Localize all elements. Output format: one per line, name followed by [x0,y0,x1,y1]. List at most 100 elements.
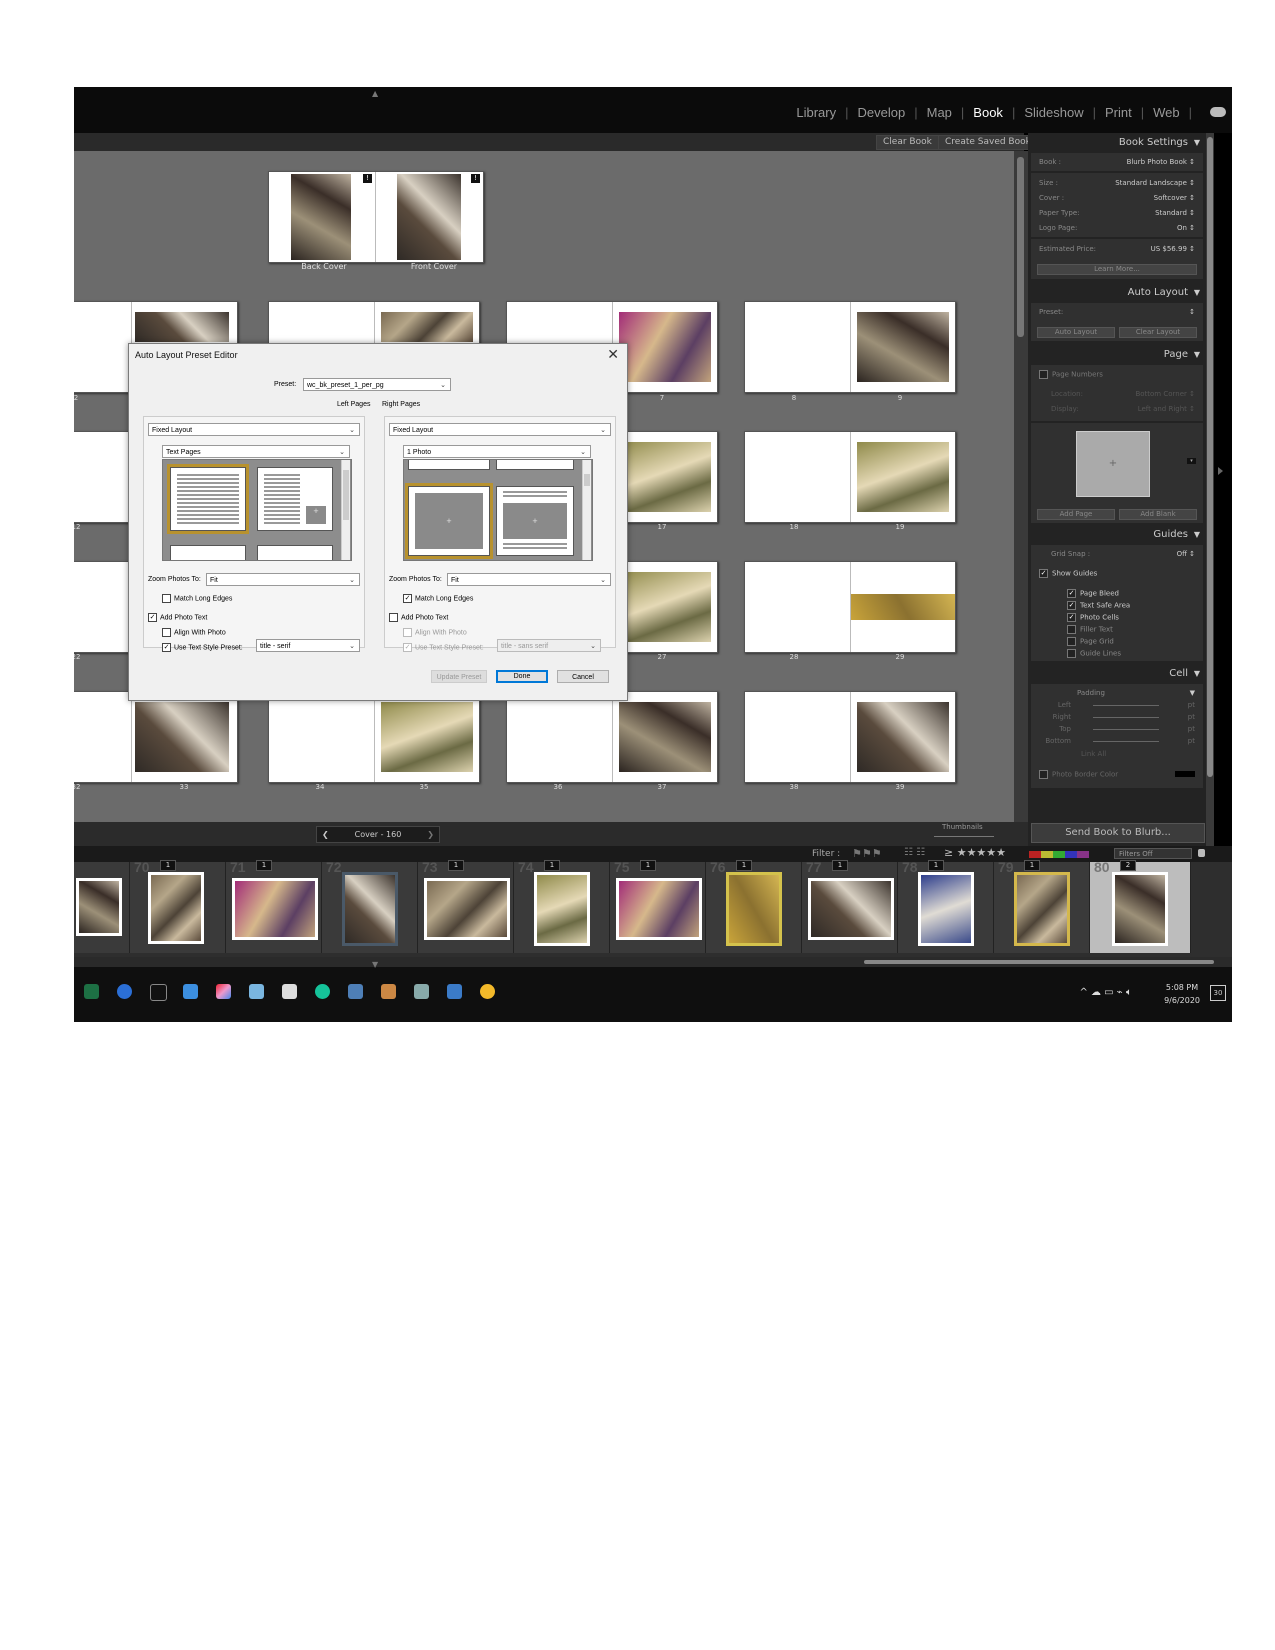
right-zoom-dropdown[interactable]: Fit ⌄ [447,573,611,586]
preset-dropdown[interactable]: wc_bk_preset_1_per_pg ⌄ [303,378,451,391]
calculator-icon[interactable] [414,984,429,999]
clear-book-button[interactable]: Clear Book [876,135,939,150]
padding-top-slider[interactable] [1093,729,1159,730]
kind-filter-icons[interactable]: ☷ ☷ [904,847,925,858]
app-icon[interactable] [117,984,132,999]
template-menu-icon[interactable]: ▾ [1187,458,1196,464]
photo-cells-checkbox[interactable]: ✓ Photo Cells [1067,613,1195,622]
book-type-row[interactable]: Book : Blurb Photo Book ↕ [1031,153,1203,171]
page-photo[interactable] [381,312,473,342]
close-icon[interactable]: ✕ [607,346,619,363]
right-layout-dropdown[interactable]: Fixed Layout ⌄ [389,423,611,436]
filmstrip-cell[interactable]: 72 [322,859,418,953]
left-gallery-scrollbar[interactable] [341,460,350,560]
page-numbers-checkbox[interactable]: Page Numbers [1039,370,1195,379]
left-layout-dropdown[interactable]: Fixed Layout ⌄ [148,423,360,436]
template-thumb[interactable] [257,545,333,560]
module-slideshow[interactable]: Slideshow [1015,105,1092,120]
filler-text-checkbox[interactable]: Filler Text [1067,625,1195,634]
page-photo[interactable] [851,594,955,620]
next-page-icon[interactable]: ❯ [427,827,434,842]
cancel-button[interactable]: Cancel [557,670,609,683]
preset-row[interactable]: Preset: ↕ [1039,308,1195,316]
book-settings-header[interactable]: Book Settings ▼ [1028,133,1206,153]
filmstrip-cell[interactable]: 78 1 [898,859,994,953]
app-icon[interactable] [480,984,495,999]
show-guides-checkbox[interactable]: ✓ Show Guides [1039,569,1195,578]
filmstrip-cell[interactable]: 74 1 [514,859,610,953]
flag-filter-icons[interactable]: ⚑⚑⚑ [852,847,882,860]
right-panel-scrollbar[interactable] [1206,133,1214,846]
back-cover-photo[interactable] [291,174,351,260]
page-spread[interactable] [744,561,956,653]
auto-layout-header[interactable]: Auto Layout ▼ [1028,283,1206,303]
clock[interactable]: 5:08 PM 9/6/2020 [1164,981,1200,1007]
front-cover-photo[interactable] [397,174,461,260]
app-icon[interactable] [282,984,297,999]
padding-right-slider[interactable] [1093,717,1159,718]
filmstrip-cell[interactable]: 70 1 [130,859,226,953]
page-spread[interactable] [74,431,132,523]
pages-scrollbar[interactable] [1014,151,1028,822]
add-blank-button[interactable]: Add Blank [1119,509,1197,520]
page-photo[interactable] [619,442,711,512]
filmstrip-cell[interactable]: 71 1 [226,859,322,953]
filmstrip-cell[interactable] [74,862,130,953]
done-button[interactable]: Done [496,670,548,683]
text-template-full[interactable] [167,464,249,534]
create-saved-book-button[interactable]: Create Saved Book [938,135,1038,150]
filmstrip-cell[interactable]: 75 1 [610,859,706,953]
send-book-to-blurb-button[interactable]: Send Book to Blurb... [1031,823,1205,843]
system-tray-icons[interactable]: ^ ☁ ▭ ⌁ 🔈︎ [1079,987,1132,998]
left-align-with-photo-checkbox[interactable]: Align With Photo [162,628,226,637]
rating-filter-stars[interactable]: ≥ ★★★★★ [944,846,1006,859]
module-print[interactable]: Print [1096,105,1141,120]
template-thumb[interactable] [496,460,574,470]
cover-spread[interactable]: ! ! [268,171,484,263]
filmstrip-cell[interactable]: 77 1 [802,859,898,953]
left-use-text-style-checkbox[interactable]: ✓ Use Text Style Preset: [162,643,243,652]
page-photo[interactable] [619,312,711,382]
page-photo[interactable] [135,702,229,772]
padding-bottom-slider[interactable] [1093,741,1159,742]
right-add-photo-text-checkbox[interactable]: Add Photo Text [389,613,448,622]
color-label-filters[interactable] [1029,851,1089,858]
page-photo[interactable] [135,312,229,342]
page-spread[interactable] [74,691,238,783]
clear-layout-button[interactable]: Clear Layout [1119,327,1197,338]
one-photo-with-text-template[interactable]: + [496,486,574,556]
module-library[interactable]: Library [787,105,845,120]
auto-layout-button[interactable]: Auto Layout [1037,327,1115,338]
filters-off-dropdown[interactable]: Filters Off [1114,848,1192,859]
thumbnails-size-slider[interactable] [934,836,994,837]
filmstrip-cell-selected[interactable]: 80 2 [1090,859,1191,953]
text-safe-area-checkbox[interactable]: ✓ Text Safe Area [1067,601,1195,610]
text-template-with-photo[interactable]: + [257,467,333,531]
page-photo[interactable] [857,312,949,382]
right-panel-toggle-icon[interactable] [1218,467,1223,475]
app-icon[interactable] [381,984,396,999]
filter-lock-icon[interactable] [1198,849,1205,857]
app-icon[interactable] [447,984,462,999]
left-zoom-dropdown[interactable]: Fit ⌄ [206,573,360,586]
app-icon[interactable] [348,984,363,999]
page-navigator[interactable]: ❮ Cover - 160 ❯ [316,826,440,843]
excel-icon[interactable] [84,984,99,999]
padding-left-slider[interactable] [1093,705,1159,706]
top-panel-arrow-icon[interactable]: ▲ [372,89,378,98]
link-all-checkbox[interactable]: Link All [1081,750,1195,758]
page-photo[interactable] [619,702,711,772]
one-photo-template-selected[interactable]: + [405,483,493,559]
app-icon[interactable] [249,984,264,999]
cover-row[interactable]: Cover : Softcover ↕ [1039,194,1195,202]
left-text-style-dropdown[interactable]: title - serif ⌄ [256,639,360,652]
page-spread[interactable] [744,301,956,393]
right-gallery-scrollbar[interactable] [582,460,591,560]
page-spread[interactable] [268,691,480,783]
right-template-dropdown[interactable]: 1 Photo ⌄ [403,445,591,458]
logo-page-row[interactable]: Logo Page: On ↕ [1039,224,1195,232]
grammarly-icon[interactable] [315,984,330,999]
page-spread[interactable] [744,431,956,523]
filmstrip-cell[interactable]: 76 1 [706,859,802,953]
acrobat-icon[interactable] [150,984,167,1001]
